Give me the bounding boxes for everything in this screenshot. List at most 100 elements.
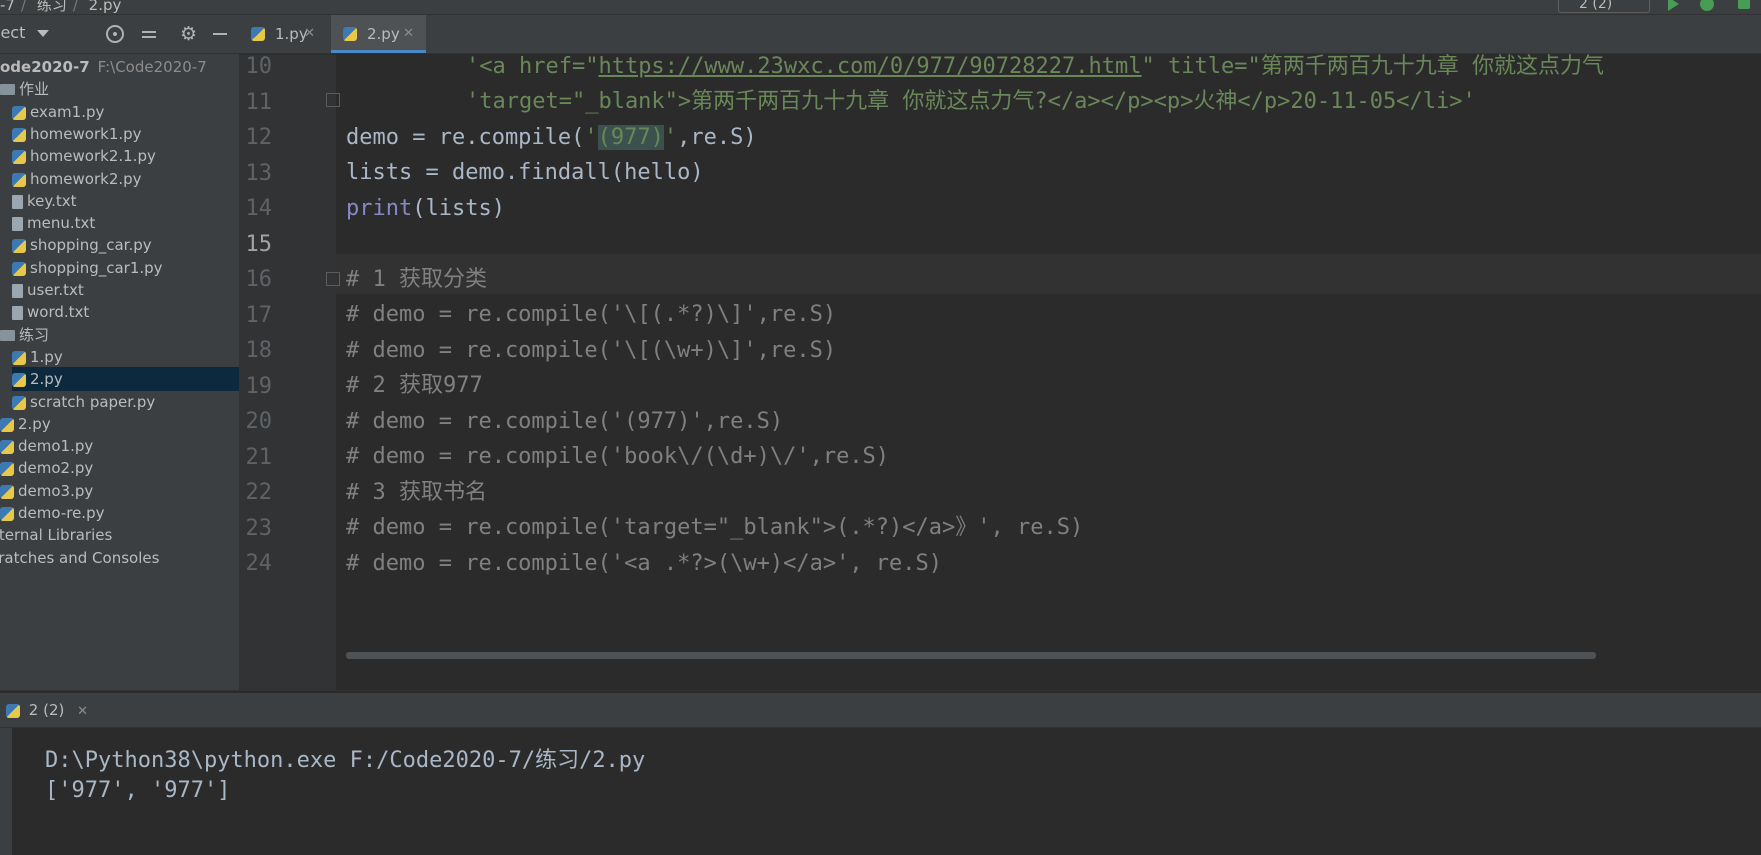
tree-item[interactable]: key.txt	[12, 189, 239, 213]
python-file-icon	[12, 350, 26, 365]
tree-item[interactable]: demo2.py	[0, 456, 239, 480]
line-number[interactable]: 22	[239, 473, 273, 513]
tab-label: 1.py	[275, 25, 308, 43]
close-icon[interactable]: ✕	[77, 704, 88, 719]
tree-item-label: 1.py	[30, 348, 63, 366]
fold-marker-icon[interactable]	[326, 93, 340, 107]
tree-item[interactable]: 2.py	[0, 412, 239, 436]
locate-file-icon[interactable]	[106, 25, 124, 43]
tree-item-label: shopping_car1.py	[30, 259, 163, 277]
line-number[interactable]: 12	[239, 118, 273, 158]
line-number[interactable]: 17	[239, 296, 273, 336]
tree-item-label: word.txt	[27, 303, 90, 321]
line-number[interactable]: 24	[239, 544, 273, 584]
tree-item[interactable]: 练习	[0, 323, 239, 347]
tab-label: 2.py	[367, 25, 400, 43]
breadcrumb-folder[interactable]: 练习	[37, 0, 67, 14]
code-line-16: # 1 获取分类	[346, 267, 487, 292]
chevron-down-icon	[37, 30, 50, 37]
gear-icon[interactable]: ⚙	[180, 25, 198, 44]
tree-item-label: demo3.py	[18, 482, 94, 500]
text-file-icon	[12, 216, 23, 231]
tree-item[interactable]: user.txt	[12, 278, 239, 302]
coverage-icon[interactable]	[1738, 0, 1750, 9]
code-line-14: print(lists)	[346, 196, 505, 221]
code-url-link[interactable]: https://www.23wxc.com/0/977/90728227.htm…	[598, 54, 1141, 79]
line-number[interactable]: 15	[239, 225, 273, 265]
python-file-icon	[251, 27, 265, 41]
hide-panel-icon[interactable]	[212, 25, 230, 43]
tree-item-label: xternal Libraries	[0, 526, 113, 544]
text-file-icon	[12, 305, 23, 320]
tree-item[interactable]: homework1.py	[12, 122, 239, 146]
breadcrumb-project[interactable]: -7	[0, 0, 15, 14]
line-number[interactable]: 19	[239, 367, 273, 407]
run-console[interactable]: D:\Python38\python.exe F:/Code2020-7/练习/…	[12, 728, 1761, 855]
run-configuration-select[interactable]: 2 (2)	[1558, 0, 1650, 13]
tree-item[interactable]: word.txt	[12, 300, 239, 324]
project-view-selector[interactable]: ject	[0, 23, 50, 42]
code-line-13: lists = demo.findall(hello)	[346, 160, 704, 185]
python-file-icon	[6, 703, 20, 718]
tree-item-label: homework2.1.py	[30, 147, 156, 165]
tree-item[interactable]: menu.txt	[12, 211, 239, 235]
python-file-icon	[12, 149, 26, 164]
line-number[interactable]: 14	[239, 189, 273, 229]
line-number[interactable]: 20	[239, 402, 273, 442]
close-icon[interactable]: ✕	[403, 15, 414, 53]
breadcrumb-file[interactable]: 2.py	[89, 0, 122, 14]
line-number[interactable]: 21	[239, 438, 273, 478]
tab-2-py[interactable]: 2.py ✕	[331, 15, 426, 53]
panel-divider[interactable]	[0, 690, 1761, 691]
line-number[interactable]: 11	[239, 83, 273, 123]
python-file-icon	[12, 105, 26, 120]
python-file-icon	[12, 238, 26, 253]
code-line-19: # 2 获取977	[346, 373, 483, 398]
line-number[interactable]: 13	[239, 154, 273, 194]
horizontal-scrollbar[interactable]	[346, 652, 1596, 659]
run-tab[interactable]: 2 (2) ✕	[6, 701, 88, 719]
line-number[interactable]: 16	[239, 260, 273, 300]
line-number[interactable]: 23	[239, 509, 273, 549]
tree-item[interactable]: cratches and Consoles	[0, 546, 239, 570]
tree-item[interactable]: 1.py	[12, 345, 239, 369]
code-line-12: demo = re.compile('(977)',re.S)	[346, 125, 757, 150]
tree-item[interactable]: homework2.py	[12, 167, 239, 191]
tree-item-label: demo1.py	[18, 437, 94, 455]
code-line-24: # demo = re.compile('<a .*?>(\w+)</a>', …	[346, 551, 943, 576]
code-line-20: # demo = re.compile('(977)',re.S)	[346, 409, 784, 434]
tree-item[interactable]: ode2020-7 F:\Code2020-7	[0, 55, 239, 79]
tree-item[interactable]: 作业	[0, 77, 239, 101]
python-file-icon	[12, 127, 26, 142]
run-panel-header: 2 (2) ✕	[0, 693, 1761, 728]
tree-item[interactable]: xternal Libraries	[0, 523, 239, 547]
tree-item[interactable]: demo3.py	[0, 479, 239, 503]
run-icon[interactable]	[1668, 0, 1679, 11]
console-line: ['977', '977']	[45, 778, 231, 803]
run-tab-label: 2 (2)	[28, 701, 65, 719]
collapse-all-icon[interactable]	[140, 25, 158, 43]
run-toolbar	[0, 728, 12, 855]
project-tree: ode2020-7 F:\Code2020-7 作业 exam1.py homework…	[0, 54, 240, 690]
tree-item[interactable]: exam1.py	[12, 100, 239, 124]
current-line-highlight	[336, 254, 1761, 294]
tree-item[interactable]: 2.py	[12, 367, 239, 391]
tree-item[interactable]: demo1.py	[0, 434, 239, 458]
fold-marker-icon[interactable]	[326, 272, 340, 286]
tree-item[interactable]: scratch paper.py	[12, 390, 239, 414]
code-line-23: # demo = re.compile('target="_blank">(.*…	[346, 515, 1084, 540]
matched-brace-highlight: (977)	[597, 125, 664, 150]
line-number[interactable]: 10	[239, 47, 273, 87]
close-icon[interactable]: ✕	[304, 15, 315, 53]
tree-item-label: scratch paper.py	[30, 393, 156, 411]
tree-item-label: homework2.py	[30, 170, 142, 188]
debug-icon[interactable]	[1700, 0, 1714, 11]
tree-item[interactable]: shopping_car1.py	[12, 256, 239, 280]
tree-item-label: cratches and Consoles	[0, 549, 160, 567]
line-number[interactable]: 18	[239, 331, 273, 371]
tree-item[interactable]: homework2.1.py	[12, 144, 239, 168]
python-file-icon	[12, 261, 26, 276]
tree-item[interactable]: shopping_car.py	[12, 233, 239, 257]
tree-item[interactable]: demo-re.py	[0, 501, 239, 525]
tree-item-label: 练习	[19, 326, 50, 344]
